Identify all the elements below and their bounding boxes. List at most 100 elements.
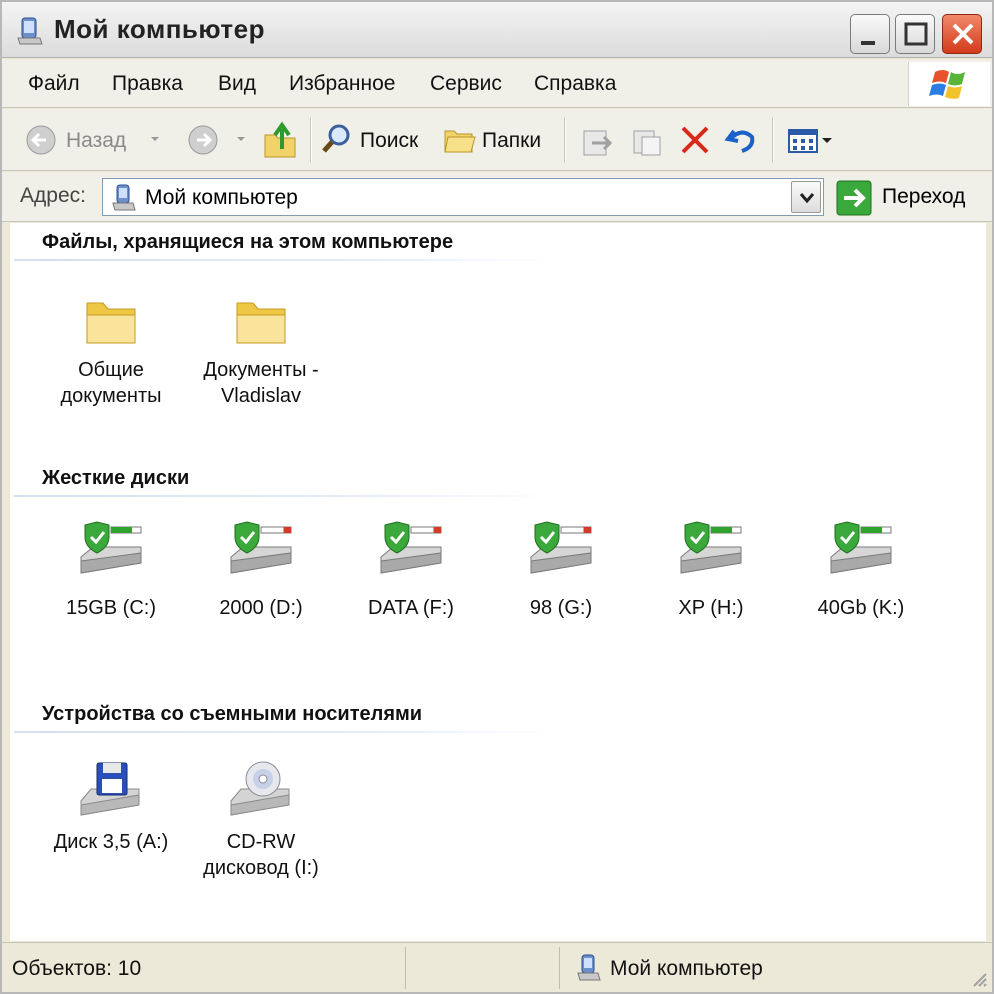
group-divider <box>14 495 554 497</box>
close-button[interactable] <box>942 14 982 54</box>
cd-rw-drive-i[interactable]: CD-RW дисковод (I:) <box>186 759 336 881</box>
maximize-button[interactable] <box>895 14 935 54</box>
my-computer-icon <box>17 17 43 45</box>
chevron-down-icon <box>151 137 159 141</box>
folders-label: Папки <box>482 129 542 152</box>
group-divider <box>14 259 554 261</box>
hard-disk-item[interactable]: DATA (F:) <box>336 521 486 621</box>
back-label: Назад <box>66 129 127 152</box>
go-label: Переход <box>882 185 966 208</box>
search-button[interactable]: Поиск <box>320 119 426 161</box>
folder-up-icon <box>264 121 296 158</box>
address-value: Мой компьютер <box>145 186 298 209</box>
menu-help[interactable]: Справка <box>534 72 616 96</box>
address-bar: Адрес: Мой компьютер Переход <box>2 172 992 222</box>
delete-button[interactable] <box>678 119 712 161</box>
folders-icon <box>444 130 476 153</box>
forward-arrow-icon <box>188 125 218 155</box>
go-button[interactable]: Переход <box>836 180 986 216</box>
file-view: Файлы, хранящиеся на этом компьютере Общ… <box>10 223 986 941</box>
disk-usage-fill <box>711 527 732 533</box>
hard-disk-item[interactable]: 40Gb (K:) <box>786 521 936 621</box>
item-label: 15GB (C:) <box>65 597 157 619</box>
group-title-files: Файлы, хранящиеся на этом компьютере <box>42 231 454 253</box>
address-dropdown-button[interactable] <box>791 181 821 213</box>
address-label: Адрес: <box>20 184 86 207</box>
resize-grip-icon[interactable] <box>970 970 988 988</box>
copy-to-icon <box>633 130 661 156</box>
minimize-icon <box>861 41 875 45</box>
menu-favorites[interactable]: Избранное <box>289 72 395 96</box>
hard-disk-item[interactable]: 2000 (D:) <box>186 521 336 621</box>
back-button[interactable]: Назад <box>24 119 164 161</box>
disk-usage-fill <box>583 527 591 533</box>
status-location-cell: Мой компьютер <box>562 947 962 989</box>
hard-drive-icon <box>380 521 442 574</box>
chevron-down-icon <box>237 137 245 141</box>
toolbar-separator <box>564 117 566 163</box>
my-computer-icon <box>577 954 601 981</box>
status-objects-cell: Объектов: 10 <box>2 947 406 989</box>
views-icon <box>788 129 832 153</box>
item-label: Диск 3,5 (A:) <box>53 831 169 853</box>
status-location: Мой компьютер <box>610 957 763 980</box>
address-input[interactable]: Мой компьютер <box>102 178 824 216</box>
status-empty-cell <box>408 947 560 989</box>
close-icon <box>952 23 974 45</box>
views-button[interactable] <box>786 119 836 161</box>
hard-disk-item[interactable]: 15GB (C:) <box>36 521 186 621</box>
folder-shared-documents[interactable]: Общие документы <box>36 293 186 409</box>
undo-button[interactable] <box>724 119 758 161</box>
item-label: 98 (G:) <box>529 597 593 619</box>
hard-drive-icon <box>230 521 292 574</box>
hard-drive-icon <box>530 521 592 574</box>
toolbar-separator <box>772 117 774 163</box>
undo-icon <box>724 129 755 153</box>
toolbar-separator <box>310 117 312 163</box>
folder-icon <box>236 302 286 344</box>
go-arrow-icon <box>836 180 872 216</box>
item-label: Общие документы <box>60 359 162 407</box>
folders-button[interactable]: Папки <box>442 119 552 161</box>
hard-drive-icon <box>80 521 142 574</box>
search-label: Поиск <box>360 129 419 152</box>
item-label: 40Gb (K:) <box>817 597 905 619</box>
hard-disk-item[interactable]: 98 (G:) <box>486 521 636 621</box>
menu-tools[interactable]: Сервис <box>430 72 502 96</box>
folder-icon <box>86 302 136 344</box>
title-bar[interactable]: Мой компьютер <box>2 2 992 58</box>
copy-to-button[interactable] <box>630 119 664 161</box>
menu-edit[interactable]: Правка <box>112 72 183 96</box>
group-title-removable: Устройства со съемными носителями <box>42 703 423 725</box>
up-folder-button[interactable] <box>262 119 298 161</box>
menu-file[interactable]: Файл <box>28 72 80 96</box>
item-label: Документы - Vladislav <box>203 359 319 407</box>
standard-toolbar: Назад Поиск Папки <box>2 109 992 171</box>
hard-drive-icon <box>680 521 742 574</box>
search-icon <box>322 124 350 153</box>
menu-view[interactable]: Вид <box>218 72 256 96</box>
back-arrow-icon <box>26 125 56 155</box>
item-label: 2000 (D:) <box>219 597 303 619</box>
minimize-button[interactable] <box>850 14 890 54</box>
item-label: XP (H:) <box>678 597 744 619</box>
status-object-count: Объектов: 10 <box>12 957 142 980</box>
disk-usage-fill <box>111 527 132 533</box>
hard-drive-icon <box>830 521 892 574</box>
windows-flag-icon <box>929 70 965 99</box>
explorer-window: Мой компьютер Файл Правка Вид Избранное … <box>0 0 994 994</box>
status-bar: Объектов: 10 Мой компьютер <box>2 942 992 992</box>
floppy-drive-icon <box>80 762 140 816</box>
move-to-button[interactable] <box>580 119 614 161</box>
group-divider <box>14 731 554 733</box>
floppy-drive-a[interactable]: Диск 3,5 (A:) <box>36 759 186 855</box>
window-title: Мой компьютер <box>54 14 266 44</box>
my-computer-icon <box>112 184 136 211</box>
cd-drive-icon <box>230 761 290 816</box>
folder-user-documents[interactable]: Документы - Vladislav <box>186 293 336 409</box>
move-to-icon <box>583 130 613 156</box>
forward-button[interactable] <box>186 119 252 161</box>
windows-logo <box>908 62 990 106</box>
disk-usage-fill <box>861 527 882 533</box>
hard-disk-item[interactable]: XP (H:) <box>636 521 786 621</box>
